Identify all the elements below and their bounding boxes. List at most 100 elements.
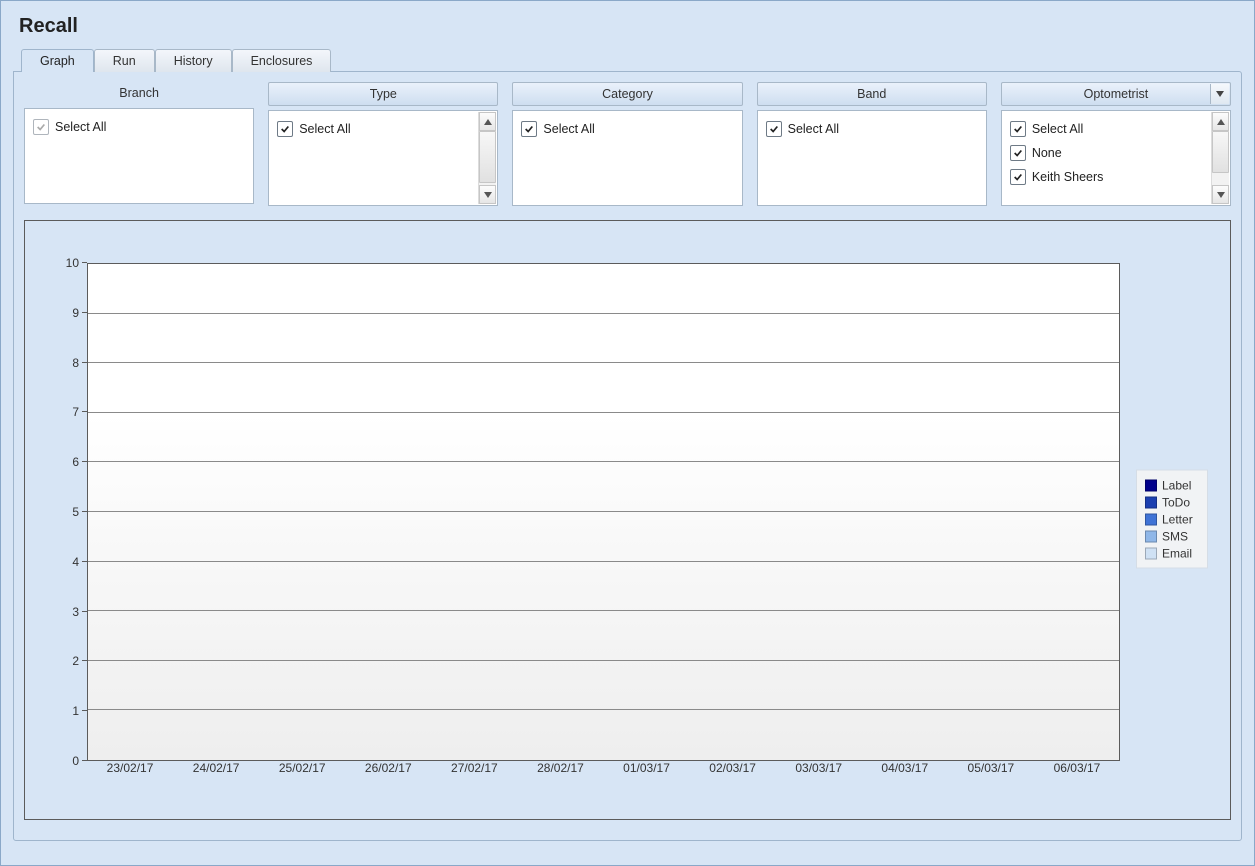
gridline xyxy=(88,313,1119,314)
checkbox[interactable] xyxy=(766,121,782,137)
filter-band: Band Select All xyxy=(757,82,987,206)
legend-swatch xyxy=(1145,530,1157,542)
y-tick-label: 0 xyxy=(72,754,79,768)
y-tick-label: 6 xyxy=(72,455,79,469)
legend-item: SMS xyxy=(1145,528,1199,545)
x-tick-label: 02/03/17 xyxy=(709,761,756,775)
y-tick-label: 10 xyxy=(66,256,79,270)
tab-strip: Graph Run History Enclosures xyxy=(13,48,1242,71)
legend-label: Letter xyxy=(1162,512,1193,526)
gridline xyxy=(88,709,1119,710)
scroll-down-button[interactable] xyxy=(1212,185,1229,204)
gridline xyxy=(88,511,1119,512)
checkbox-label: Select All xyxy=(299,122,350,136)
y-tick-label: 7 xyxy=(72,405,79,419)
tab-run[interactable]: Run xyxy=(94,49,155,72)
y-tick-label: 5 xyxy=(72,505,79,519)
list-item[interactable]: None xyxy=(1010,141,1208,165)
tab-graph[interactable]: Graph xyxy=(21,49,94,72)
checkbox[interactable] xyxy=(1010,121,1026,137)
filter-list-type: Select All xyxy=(268,110,498,206)
filter-header-branch: Branch xyxy=(24,82,254,104)
filter-optometrist: Optometrist Select All None Keith Sheers xyxy=(1001,82,1231,206)
checkbox[interactable] xyxy=(1010,145,1026,161)
list-item[interactable]: Select All xyxy=(33,115,247,139)
scroll-down-button[interactable] xyxy=(479,185,496,204)
filter-list-optometrist: Select All None Keith Sheers xyxy=(1001,110,1231,206)
y-tick-label: 3 xyxy=(72,605,79,619)
checkbox-label: Select All xyxy=(543,122,594,136)
x-tick-label: 03/03/17 xyxy=(795,761,842,775)
x-tick-label: 28/02/17 xyxy=(537,761,584,775)
legend-item: Letter xyxy=(1145,511,1199,528)
checkbox-label: Select All xyxy=(788,122,839,136)
y-tick-label: 8 xyxy=(72,356,79,370)
list-item[interactable]: Select All xyxy=(766,117,980,141)
filter-header-type: Type xyxy=(268,82,498,106)
filter-list-band: Select All xyxy=(757,110,987,206)
legend-label: ToDo xyxy=(1162,495,1190,509)
list-item[interactable]: Keith Sheers xyxy=(1010,165,1208,189)
chart-legend: Label ToDo Letter SMS Email xyxy=(1136,470,1208,569)
y-tick-label: 2 xyxy=(72,654,79,668)
filter-header-label: Category xyxy=(602,87,653,101)
legend-item: Label xyxy=(1145,477,1199,494)
checkbox-label: Select All xyxy=(55,120,106,134)
checkbox[interactable] xyxy=(521,121,537,137)
x-tick-label: 05/03/17 xyxy=(968,761,1015,775)
scroll-thumb[interactable] xyxy=(479,131,496,183)
filter-header-label: Band xyxy=(857,87,886,101)
scrollbar[interactable] xyxy=(1211,112,1229,204)
filter-list-branch: Select All xyxy=(24,108,254,204)
chart-body: 012345678910 23/02/1724/02/1725/02/1726/… xyxy=(43,229,1218,809)
checkbox-label: Keith Sheers xyxy=(1032,170,1104,184)
legend-swatch xyxy=(1145,496,1157,508)
checkbox[interactable] xyxy=(33,119,49,135)
tab-label: Enclosures xyxy=(251,54,313,68)
scroll-thumb[interactable] xyxy=(1212,131,1229,173)
chart-x-axis: 23/02/1724/02/1725/02/1726/02/1727/02/17… xyxy=(87,761,1120,783)
tab-label: Graph xyxy=(40,54,75,68)
checkbox-label: Select All xyxy=(1032,122,1083,136)
filter-type: Type Select All xyxy=(268,82,498,206)
scroll-up-button[interactable] xyxy=(1212,112,1229,131)
filter-branch: Branch Select All xyxy=(24,82,254,206)
list-item[interactable]: Select All xyxy=(277,117,475,141)
list-item[interactable]: Select All xyxy=(1010,117,1208,141)
checkbox[interactable] xyxy=(277,121,293,137)
tab-enclosures[interactable]: Enclosures xyxy=(232,49,332,72)
y-tick-label: 1 xyxy=(72,704,79,718)
tab-label: Run xyxy=(113,54,136,68)
legend-item: Email xyxy=(1145,545,1199,562)
tab-history[interactable]: History xyxy=(155,49,232,72)
filter-header-band: Band xyxy=(757,82,987,106)
scrollbar[interactable] xyxy=(478,112,496,204)
dropdown-button[interactable] xyxy=(1210,84,1229,104)
filter-header-label: Optometrist xyxy=(1084,87,1149,101)
filter-header-category: Category xyxy=(512,82,742,106)
legend-swatch xyxy=(1145,547,1157,559)
y-tick-label: 4 xyxy=(72,555,79,569)
filter-row: Branch Select All Type Select All xyxy=(24,82,1231,206)
scroll-track[interactable] xyxy=(1212,131,1229,185)
legend-label: SMS xyxy=(1162,529,1188,543)
legend-label: Email xyxy=(1162,546,1192,560)
gridline xyxy=(88,412,1119,413)
gridline xyxy=(88,461,1119,462)
scroll-track[interactable] xyxy=(479,131,496,185)
y-tick-label: 9 xyxy=(72,306,79,320)
x-tick-label: 27/02/17 xyxy=(451,761,498,775)
x-tick-label: 06/03/17 xyxy=(1054,761,1101,775)
filter-header-optometrist: Optometrist xyxy=(1001,82,1231,106)
scroll-up-button[interactable] xyxy=(479,112,496,131)
legend-label: Label xyxy=(1162,478,1191,492)
checkbox[interactable] xyxy=(1010,169,1026,185)
page-title: Recall xyxy=(19,15,1236,38)
x-tick-label: 04/03/17 xyxy=(881,761,928,775)
list-item[interactable]: Select All xyxy=(521,117,735,141)
x-tick-label: 23/02/17 xyxy=(107,761,154,775)
filter-header-label: Type xyxy=(370,87,397,101)
x-tick-label: 26/02/17 xyxy=(365,761,412,775)
gridline xyxy=(88,660,1119,661)
tab-content-graph: Branch Select All Type Select All xyxy=(13,71,1242,841)
